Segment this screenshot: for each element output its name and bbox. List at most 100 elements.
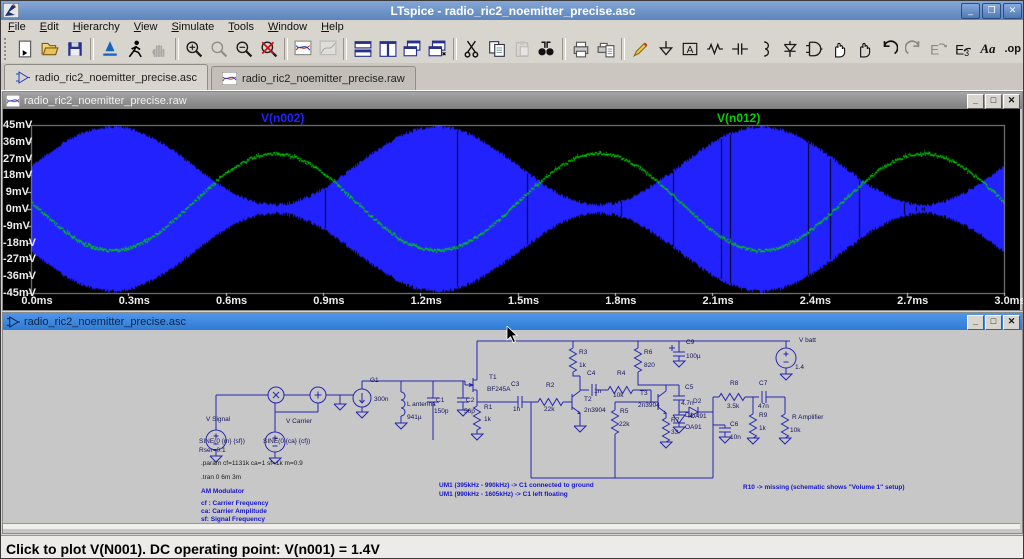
tab-waveform[interactable]: radio_ric2_noemitter_precise.raw — [211, 66, 416, 90]
menu-file[interactable]: File — [1, 21, 33, 33]
tile-vertical-icon[interactable] — [375, 37, 400, 61]
toolbar-separator — [343, 38, 347, 60]
y-axis-tick-label: 36mV — [3, 136, 29, 148]
move-icon[interactable] — [827, 37, 852, 61]
cascade-arrange-icon[interactable] — [425, 37, 450, 61]
zoom-out-icon[interactable] — [231, 37, 256, 61]
tab-bar: radio_ric2_noemitter_precise.ascradio_ri… — [1, 63, 1024, 91]
zoom-in-icon[interactable] — [182, 37, 207, 61]
y-axis-tick-label: 45mV — [3, 119, 29, 131]
component-label: T3 — [640, 390, 648, 397]
waveform-maximize-button[interactable]: □ — [985, 94, 1002, 109]
find-icon[interactable] — [534, 37, 559, 61]
menu-window[interactable]: Window — [261, 21, 314, 33]
ground-icon[interactable] — [653, 37, 678, 61]
y-axis-tick-label: -27mV — [3, 253, 29, 265]
menu-simulate[interactable]: Simulate — [164, 21, 221, 33]
component-label: SINE(0 {ca} {cf}) — [263, 438, 310, 445]
component-label: R4 — [617, 370, 625, 377]
x-axis-tick-label: 2.7ms — [885, 295, 941, 307]
x-axis-tick-label: 0.0ms — [9, 295, 65, 307]
svg-text:E: E — [955, 42, 964, 57]
toolbar-grip[interactable] — [4, 38, 10, 60]
paste-icon — [509, 37, 534, 61]
component-label: 941µ — [407, 414, 422, 421]
schematic-window-icon — [6, 316, 20, 328]
menu-help[interactable]: Help — [314, 21, 351, 33]
resistor-icon[interactable] — [703, 37, 728, 61]
wire-icon[interactable] — [628, 37, 653, 61]
schematic-canvas[interactable]: V SignalSINE(0 {m} {sf})Rser=0.1V Carrie… — [3, 330, 1020, 529]
save-icon[interactable] — [63, 37, 88, 61]
component-label: R Amplifier — [792, 414, 823, 421]
maximize-button[interactable]: ❐ — [982, 3, 1001, 19]
control-panel-icon[interactable] — [97, 37, 122, 61]
inductor-icon[interactable] — [752, 37, 777, 61]
component-label: R5 — [620, 408, 628, 415]
minimize-button[interactable]: _ — [961, 3, 980, 19]
waveform-minimize-button[interactable]: _ — [967, 94, 984, 109]
x-axis-tick-label: 1.2ms — [398, 295, 454, 307]
toolbar-separator — [175, 38, 179, 60]
waveform-close-button[interactable]: ✕ — [1003, 94, 1020, 109]
component-label: 820 — [644, 362, 655, 369]
component-label: BF245A — [487, 386, 511, 393]
spice-directive-icon[interactable]: .op — [1000, 37, 1024, 61]
new-schematic-icon[interactable] — [13, 37, 38, 61]
copy-icon[interactable] — [484, 37, 509, 61]
tab-schematic[interactable]: radio_ric2_noemitter_precise.asc — [4, 64, 208, 90]
autorange-plot-icon[interactable] — [291, 37, 316, 61]
zoom-full-extents-icon[interactable] — [256, 37, 281, 61]
menu-edit[interactable]: Edit — [33, 21, 66, 33]
component-label: C1 — [436, 397, 444, 404]
cut-icon[interactable] — [460, 37, 485, 61]
spice-directive-text: .param cf=1131k ca=1 sf=1k m=0.9 — [201, 460, 303, 467]
toolbar-separator — [621, 38, 625, 60]
diode-icon[interactable] — [777, 37, 802, 61]
component-label: D2 — [693, 398, 701, 405]
tile-horizontal-icon[interactable] — [350, 37, 375, 61]
title-bar[interactable]: LTspice - radio_ric2_noemitter_precise.a… — [1, 1, 1024, 20]
schematic-comment: UM1 (395kHz - 990kHz) -> C1 connected to… — [439, 482, 594, 489]
component-label: T1 — [489, 374, 497, 381]
cascade-icon[interactable] — [400, 37, 425, 61]
component-label: 300n — [374, 396, 388, 403]
component-label: R1 — [484, 404, 492, 411]
print-preview-icon[interactable] — [594, 37, 619, 61]
x-axis-tick-label: 1.8ms — [593, 295, 649, 307]
print-icon[interactable] — [569, 37, 594, 61]
undo-icon[interactable] — [876, 37, 901, 61]
waveform-window-title-bar[interactable]: radio_ric2_noemitter_precise.raw _ □ ✕ — [3, 92, 1022, 109]
y-axis-tick-label: 18mV — [3, 169, 29, 181]
waveform-plot-area[interactable]: V(n002) V(n012) 45mV36mV27mV18mV9mV0mV-9… — [3, 109, 1020, 310]
menu-view[interactable]: View — [127, 21, 165, 33]
text-icon[interactable]: Aa — [976, 37, 1001, 61]
schematic-minimize-button[interactable]: _ — [967, 315, 984, 330]
x-axis-tick-label: 0.9ms — [301, 295, 357, 307]
label-net-icon[interactable]: A — [678, 37, 703, 61]
waveform-window: radio_ric2_noemitter_precise.raw _ □ ✕ V… — [2, 91, 1023, 311]
capacitor-icon[interactable] — [728, 37, 753, 61]
drag-icon[interactable] — [852, 37, 877, 61]
trace-legend-vn012[interactable]: V(n012) — [717, 111, 760, 125]
svg-text:E: E — [930, 42, 939, 57]
mouse-cursor — [506, 326, 518, 344]
x-axis-tick-label: 1.5ms — [496, 295, 552, 307]
component-label: 10k — [790, 427, 800, 434]
schematic-close-button[interactable]: ✕ — [1003, 315, 1020, 330]
component-icon[interactable] — [802, 37, 827, 61]
component-label: 22k — [619, 421, 629, 428]
trace-legend-vn002[interactable]: V(n002) — [261, 111, 304, 125]
menu-hierarchy[interactable]: Hierarchy — [66, 21, 127, 33]
redo-icon — [901, 37, 926, 61]
component-label: 1k — [484, 416, 491, 423]
run-icon[interactable] — [122, 37, 147, 61]
menu-tools[interactable]: Tools — [221, 21, 261, 33]
schematic-scrollbar[interactable] — [3, 523, 1020, 529]
close-button[interactable]: ✕ — [1003, 3, 1022, 19]
rotate-icon[interactable]: E3 — [951, 37, 976, 61]
schematic-maximize-button[interactable]: □ — [985, 315, 1002, 330]
open-icon[interactable] — [38, 37, 63, 61]
spice-directive-text: .tran 0 6m 3m — [201, 474, 241, 481]
waveform-canvas[interactable] — [3, 109, 1020, 310]
